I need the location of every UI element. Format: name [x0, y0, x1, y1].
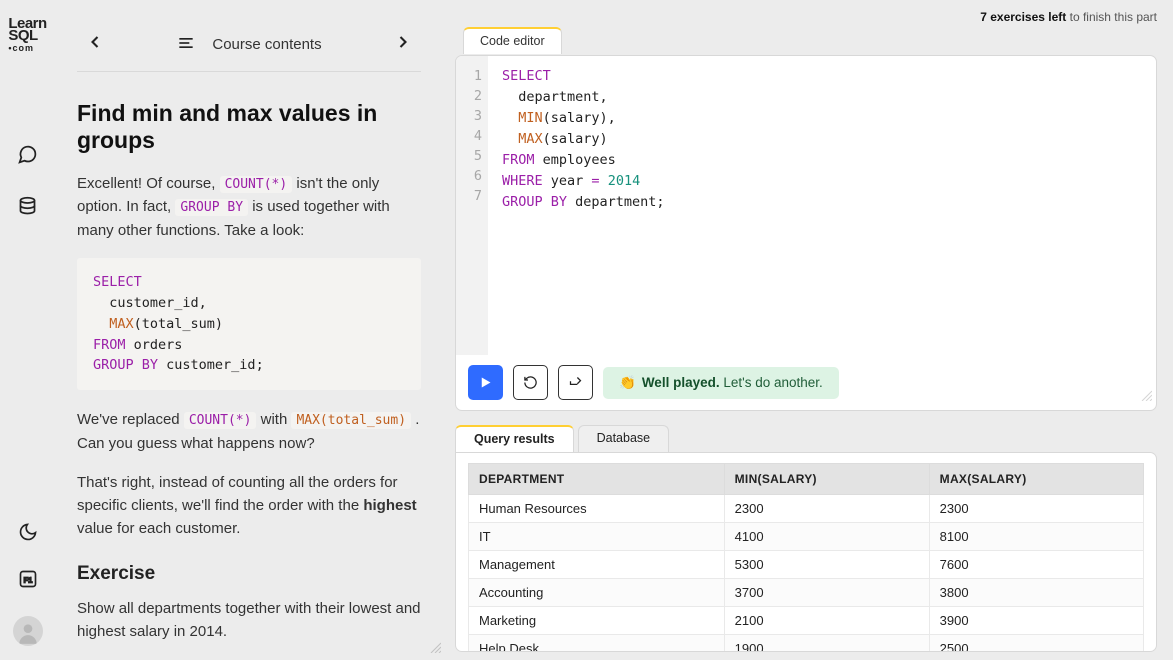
comment-icon[interactable] [17, 144, 38, 170]
table-row: Accounting37003800 [469, 579, 1144, 607]
table-row: IT41008100 [469, 523, 1144, 551]
inline-code: GROUP BY [175, 199, 248, 216]
table-row: Human Resources23002300 [469, 495, 1144, 523]
feedback-banner: 👏 Well played. Let's do another. [603, 367, 839, 399]
logo[interactable]: Learn SQL •com [8, 18, 46, 54]
exercise-text: Show all departments together with their… [77, 597, 421, 644]
code-editor[interactable]: SELECT department, MIN(salary), MAX(sala… [488, 56, 665, 355]
database-icon[interactable] [17, 196, 38, 222]
progress-status: 7 exercises left to finish this part [455, 10, 1157, 28]
resize-handle-icon[interactable] [429, 640, 441, 658]
sidebar-rail: Learn SQL •com F1 [0, 0, 55, 660]
avatar[interactable] [13, 616, 43, 646]
svg-text:F1: F1 [23, 575, 32, 584]
right-panel: 7 exercises left to finish this part Cod… [443, 0, 1173, 660]
lesson-paragraph: We've replaced COUNT(*) with MAX(total_s… [77, 408, 421, 455]
prev-arrow-icon[interactable] [85, 32, 105, 57]
inline-code: COUNT(*) [220, 176, 293, 193]
clap-icon: 👏 [619, 375, 636, 391]
tab-code-editor[interactable]: Code editor [463, 27, 562, 54]
results-table: DEPARTMENTMIN(SALARY)MAX(SALARY) Human R… [468, 463, 1144, 652]
column-header: MIN(SALARY) [724, 464, 929, 495]
code-editor-card: 1234567 SELECT department, MIN(salary), … [455, 55, 1157, 411]
column-header: MAX(SALARY) [929, 464, 1143, 495]
page-title: Find min and max values in groups [77, 100, 421, 154]
lesson-panel: Course contents Find min and max values … [55, 0, 443, 660]
example-codeblock: SELECT customer_id, MAX(total_sum) FROM … [77, 258, 421, 391]
line-gutter: 1234567 [456, 56, 488, 355]
tab-query-results[interactable]: Query results [455, 425, 574, 452]
course-contents-link[interactable]: Course contents [212, 36, 321, 53]
table-row: Marketing21003900 [469, 607, 1144, 635]
next-arrow-icon[interactable] [393, 32, 413, 57]
shortcut-icon[interactable]: F1 [18, 569, 38, 594]
contents-icon[interactable] [176, 33, 196, 57]
table-row: Help Desk19002500 [469, 635, 1144, 653]
exercise-heading: Exercise [77, 563, 421, 585]
reset-button[interactable] [513, 365, 548, 400]
share-button[interactable] [558, 365, 593, 400]
inline-code: MAX(total_sum) [291, 412, 411, 429]
tab-database[interactable]: Database [578, 425, 670, 452]
lesson-nav: Course contents [77, 32, 421, 72]
theme-icon[interactable] [18, 522, 38, 547]
table-row: Management53007600 [469, 551, 1144, 579]
lesson-paragraph: That's right, instead of counting all th… [77, 471, 421, 541]
results-card: DEPARTMENTMIN(SALARY)MAX(SALARY) Human R… [455, 452, 1157, 652]
resize-handle-icon[interactable] [1140, 388, 1152, 406]
run-button[interactable] [468, 365, 503, 400]
lesson-paragraph: Excellent! Of course, COUNT(*) isn't the… [77, 172, 421, 242]
inline-code: COUNT(*) [184, 412, 257, 429]
column-header: DEPARTMENT [469, 464, 725, 495]
